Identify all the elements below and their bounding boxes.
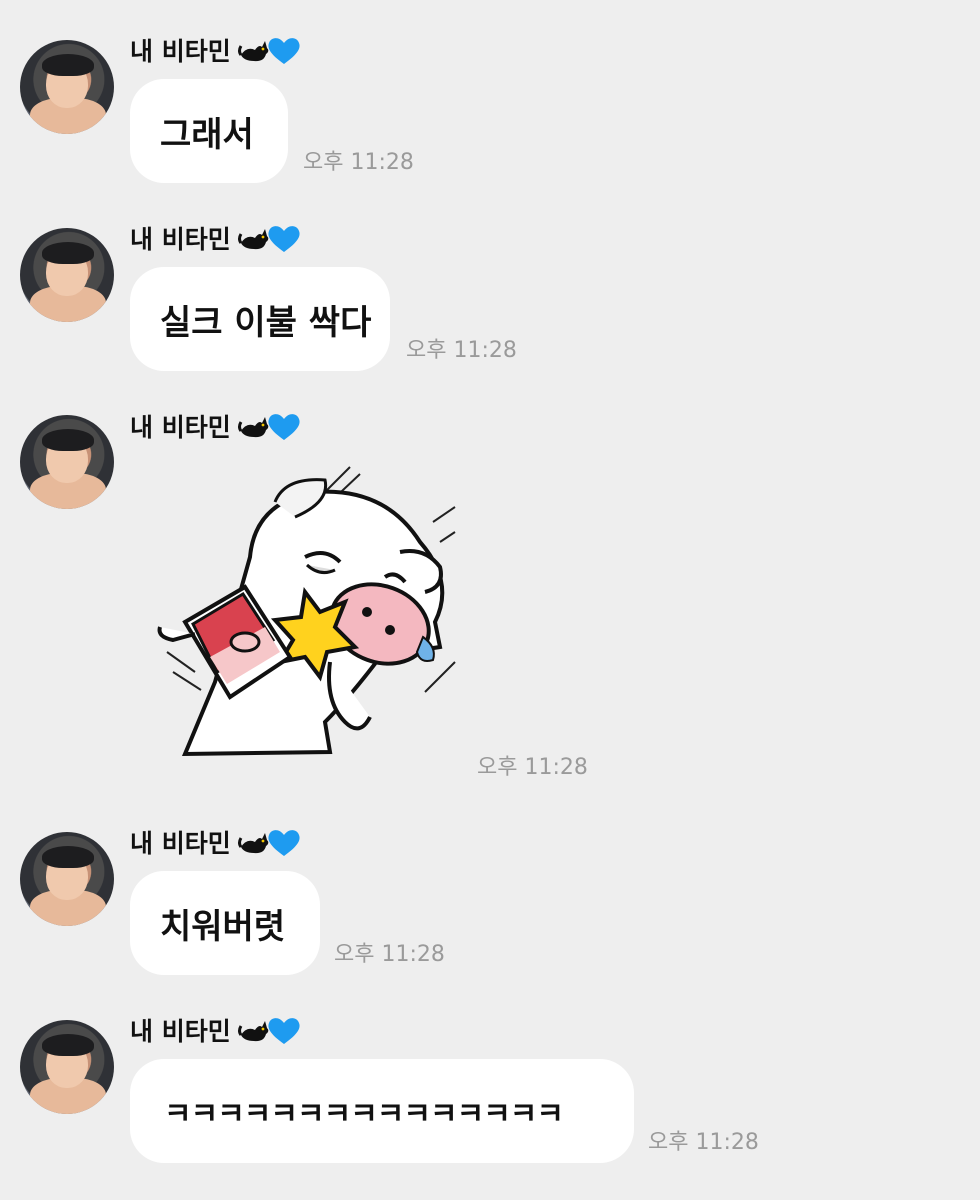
black-cat-emoji-icon <box>237 413 271 445</box>
blue-heart-emoji-icon <box>267 828 301 862</box>
blue-heart-emoji-icon <box>267 224 301 258</box>
sender-name: 내 비타민 <box>130 37 231 66</box>
sender-name: 내 비타민 <box>130 1017 231 1046</box>
black-cat-emoji-icon <box>237 829 271 861</box>
message-bubble[interactable]: 치워버렷 <box>130 871 320 975</box>
avatar[interactable] <box>20 228 114 322</box>
message-time: 오후 11:28 <box>477 755 588 780</box>
message-time: 오후 11:28 <box>334 942 445 967</box>
avatar[interactable] <box>20 832 114 926</box>
message-time: 오후 11:28 <box>406 338 517 363</box>
blue-heart-emoji-icon <box>267 1016 301 1050</box>
message-time: 오후 11:28 <box>303 150 414 175</box>
blue-heart-emoji-icon <box>267 36 301 70</box>
sender-name: 내 비타민 <box>130 413 231 442</box>
message-text: 그래서 <box>160 114 254 155</box>
sender-name-row: 내 비타민 <box>130 36 301 70</box>
message-text: ㅋㅋㅋㅋㅋㅋㅋㅋㅋㅋㅋㅋㅋㅋㅋ <box>164 1097 564 1132</box>
sender-name-row: 내 비타민 <box>130 224 301 258</box>
avatar[interactable] <box>20 415 114 509</box>
message-text: 치워버렷 <box>160 906 286 947</box>
message-text: 실크 이불 싹다 <box>160 302 372 343</box>
message-time: 오후 11:28 <box>648 1130 759 1155</box>
black-cat-emoji-icon <box>237 37 271 69</box>
black-cat-emoji-icon <box>237 225 271 257</box>
pig-dog-slap-sticker-icon[interactable] <box>155 462 460 762</box>
message-bubble[interactable]: ㅋㅋㅋㅋㅋㅋㅋㅋㅋㅋㅋㅋㅋㅋㅋ <box>130 1059 634 1163</box>
sender-name: 내 비타민 <box>130 225 231 254</box>
sender-name-row: 내 비타민 <box>130 1016 301 1050</box>
sender-name: 내 비타민 <box>130 829 231 858</box>
avatar[interactable] <box>20 40 114 134</box>
sender-name-row: 내 비타민 <box>130 828 301 862</box>
blue-heart-emoji-icon <box>267 412 301 446</box>
message-bubble[interactable]: 그래서 <box>130 79 288 183</box>
avatar[interactable] <box>20 1020 114 1114</box>
sender-name-row: 내 비타민 <box>130 412 301 446</box>
black-cat-emoji-icon <box>237 1017 271 1049</box>
message-bubble[interactable]: 실크 이불 싹다 <box>130 267 390 371</box>
